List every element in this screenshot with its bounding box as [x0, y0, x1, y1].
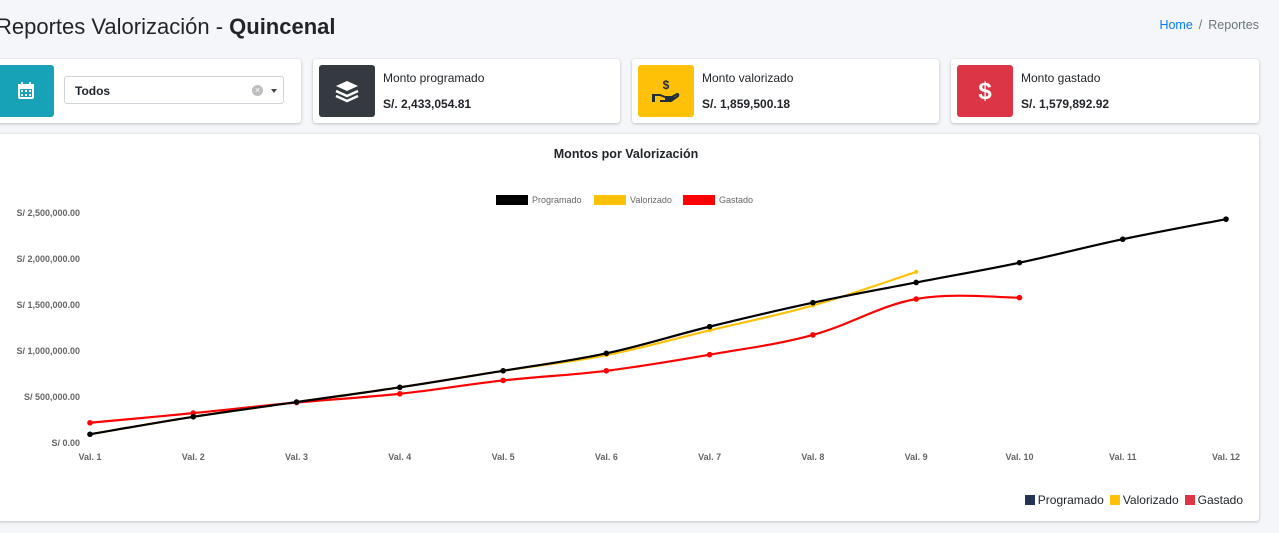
data-point-programado	[810, 299, 816, 306]
data-point-gastado	[397, 390, 403, 397]
info-box-value: S/. 1,579,892.92	[1021, 97, 1110, 111]
svg-text:$: $	[978, 78, 992, 104]
clear-icon[interactable]: ×	[252, 85, 263, 96]
chart-title: Montos por Valorización	[554, 147, 698, 161]
hand-money-icon: $	[638, 65, 694, 117]
y-tick-label: S/ 0.00	[51, 438, 80, 448]
data-point-valorizado	[914, 269, 919, 274]
bottom-legend-item[interactable]: Valorizado	[1109, 493, 1179, 507]
data-point-gastado	[500, 377, 506, 384]
period-select[interactable]: Todos ×	[64, 76, 284, 104]
data-point-gastado	[810, 332, 816, 338]
data-point-programado	[1119, 236, 1126, 243]
page-title: Reportes Valorización - Quincenal	[0, 14, 336, 39]
data-point-gastado	[603, 367, 610, 374]
legend-label: Valorizado	[630, 195, 672, 205]
x-tick-label: Val. 8	[801, 452, 824, 462]
breadcrumb: Home / Reportes	[1159, 18, 1259, 32]
svg-text:$: $	[663, 78, 670, 92]
x-tick-label: Val. 11	[1109, 452, 1137, 462]
layers-icon	[319, 65, 375, 117]
series-line-programado	[89, 218, 1227, 436]
bottom-legend-item[interactable]: Programado	[1024, 493, 1104, 507]
info-box-value: S/. 2,433,054.81	[383, 97, 472, 111]
x-tick-label: Val. 1	[78, 452, 101, 462]
legend-swatch	[683, 195, 715, 205]
legend-swatch	[496, 195, 528, 205]
legend-label: Valorizado	[1122, 493, 1179, 507]
dollar-icon: $	[957, 65, 1013, 117]
bottom-legend-item[interactable]: Gastado	[1184, 493, 1243, 507]
bottom-legend: Programado Valorizado Gastado	[1024, 493, 1243, 507]
legend-swatch	[594, 195, 626, 205]
legend-swatch	[1184, 495, 1195, 505]
breadcrumb-separator: /	[1198, 18, 1203, 32]
period-select-value: Todos	[75, 84, 111, 98]
data-point-programado	[603, 350, 610, 357]
y-tick-label: S/ 500,000.00	[24, 392, 80, 402]
chart-legend: Programado Valorizado Gastado	[496, 195, 753, 205]
breadcrumb-current: Reportes	[1208, 18, 1259, 32]
data-point-gastado	[913, 296, 919, 302]
x-tick-label: Val. 5	[492, 452, 515, 462]
x-tick-label: Val. 10	[1005, 452, 1033, 462]
x-tick-label: Val. 2	[182, 452, 205, 462]
x-axis: Val. 1 Val. 2 Val. 3 Val. 4 Val. 5 Val. 6 Val.…	[78, 452, 1240, 462]
x-tick-label: Val. 12	[1212, 452, 1240, 462]
data-point-programado	[190, 413, 197, 420]
x-tick-label: Val. 9	[905, 452, 928, 462]
data-point-programado	[293, 399, 300, 405]
data-point-programado	[1016, 259, 1023, 266]
y-tick-label: S/ 1,500,000.00	[16, 300, 80, 310]
series-line-gastado	[89, 294, 1020, 424]
x-tick-label: Val. 4	[388, 452, 411, 462]
y-tick-label: S/ 2,500,000.00	[16, 208, 80, 218]
info-box-valorizado: $ Monto valorizado S/. 1,859,500.18	[632, 59, 939, 123]
y-tick-label: S/ 2,000,000.00	[16, 254, 80, 264]
legend-label: Programado	[532, 195, 582, 205]
info-box-label: Monto programado	[383, 71, 485, 85]
data-point-programado	[87, 431, 93, 438]
x-tick-label: Val. 6	[595, 452, 618, 462]
data-point-gastado	[706, 351, 713, 358]
info-box-label: Monto gastado	[1021, 71, 1101, 85]
legend-swatch	[1024, 495, 1035, 505]
calendar-icon	[0, 65, 54, 117]
x-tick-label: Val. 3	[285, 452, 308, 462]
data-point-gastado	[87, 419, 93, 426]
legend-swatch	[1109, 495, 1120, 505]
data-point-programado	[1223, 216, 1229, 222]
x-tick-label: Val. 7	[698, 452, 721, 462]
y-axis: S/ 0.00 S/ 500,000.00 S/ 1,000,000.00 S/ 1,…	[16, 208, 80, 448]
legend-label: Gastado	[1197, 493, 1243, 507]
y-tick-label: S/ 1,000,000.00	[16, 346, 80, 356]
filter-card: Todos ×	[0, 59, 301, 123]
breadcrumb-home-link[interactable]: Home	[1159, 18, 1192, 32]
series-layer	[87, 216, 1229, 438]
info-box-gastado: $ Monto gastado S/. 1,579,892.92	[951, 59, 1259, 123]
chevron-down-icon[interactable]	[271, 89, 277, 93]
data-point-gastado	[1016, 294, 1023, 301]
info-box-programado: Monto programado S/. 2,433,054.81	[313, 59, 620, 123]
info-box-value: S/. 1,859,500.18	[702, 97, 791, 111]
info-box-label: Monto valorizado	[702, 71, 794, 85]
data-point-programado	[500, 367, 506, 374]
data-point-programado	[397, 384, 403, 391]
legend-label: Programado	[1037, 493, 1104, 507]
legend-label: Gastado	[719, 195, 753, 205]
valorizacion-line-chart: Montos por Valorización Programado Valori…	[16, 147, 1240, 462]
chart-card: Montos por Valorización Programado Valori…	[0, 134, 1259, 521]
data-point-programado	[706, 323, 713, 330]
data-point-programado	[913, 279, 919, 286]
